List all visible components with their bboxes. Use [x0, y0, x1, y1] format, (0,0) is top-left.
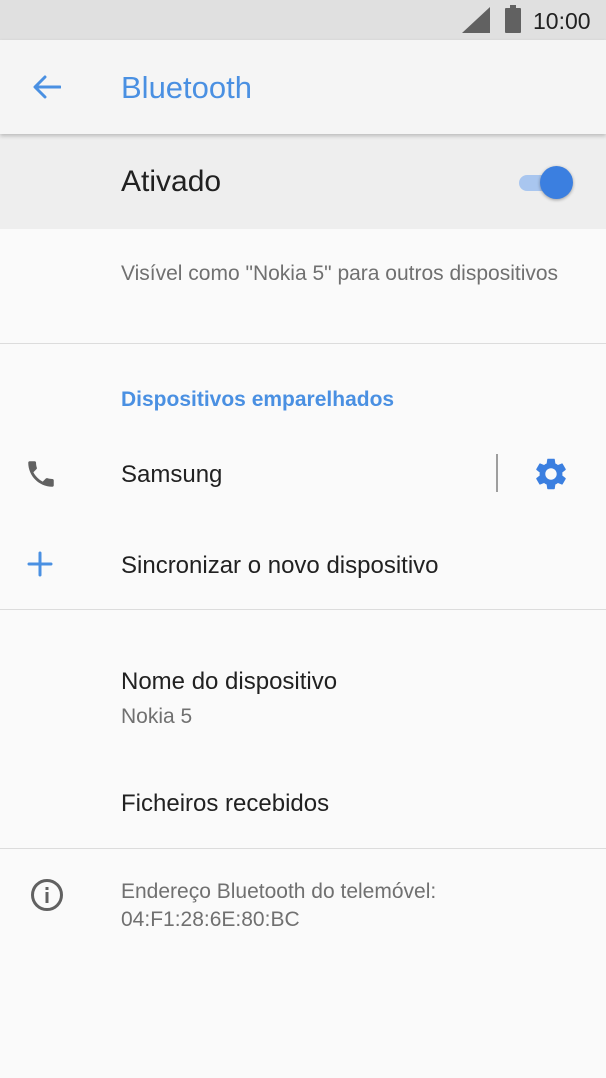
divider: [0, 343, 606, 344]
back-button[interactable]: [24, 64, 70, 110]
device-name-label: Nome do dispositivo: [121, 668, 338, 695]
plus-icon: [24, 548, 56, 580]
device-name-row[interactable]: Nome do dispositivo Nokia 5: [0, 650, 606, 750]
status-clock: 10:00: [533, 8, 591, 34]
status-bar: 10:00: [0, 0, 606, 40]
info-icon: [31, 879, 63, 911]
device-settings-button[interactable]: [530, 453, 572, 495]
received-files-row[interactable]: Ficheiros recebidos: [0, 770, 606, 840]
divider: [0, 609, 606, 610]
gear-icon: [536, 458, 566, 490]
arrow-back-icon: [33, 75, 61, 99]
divider: [0, 848, 606, 849]
visibility-description: Visível como "Nokia 5" para outros dispo…: [121, 262, 559, 285]
bluetooth-master-switch-row[interactable]: Ativado: [0, 134, 606, 229]
phone-icon: [22, 455, 60, 493]
vertical-separator: [496, 454, 498, 492]
paired-device-name: Samsung: [121, 461, 223, 488]
pair-new-device-label: Sincronizar o novo dispositivo: [121, 552, 439, 579]
bluetooth-toggle[interactable]: [516, 166, 576, 199]
received-files-label: Ficheiros recebidos: [121, 790, 330, 817]
paired-devices-header: Dispositivos emparelhados: [121, 388, 395, 411]
toggle-thumb: [540, 166, 573, 199]
paired-device-row-samsung[interactable]: Samsung: [0, 440, 606, 510]
page-title: Bluetooth: [121, 70, 252, 105]
app-bar: Bluetooth: [0, 40, 606, 134]
pair-new-device-row[interactable]: Sincronizar o novo dispositivo: [0, 530, 606, 600]
device-name-value: Nokia 5: [121, 705, 193, 728]
signal-icon: [462, 7, 490, 33]
master-switch-label: Ativado: [121, 165, 222, 198]
battery-icon: [505, 5, 521, 33]
bluetooth-address-text: Endereço Bluetooth do telemóvel: 04:F1:2…: [121, 880, 437, 931]
